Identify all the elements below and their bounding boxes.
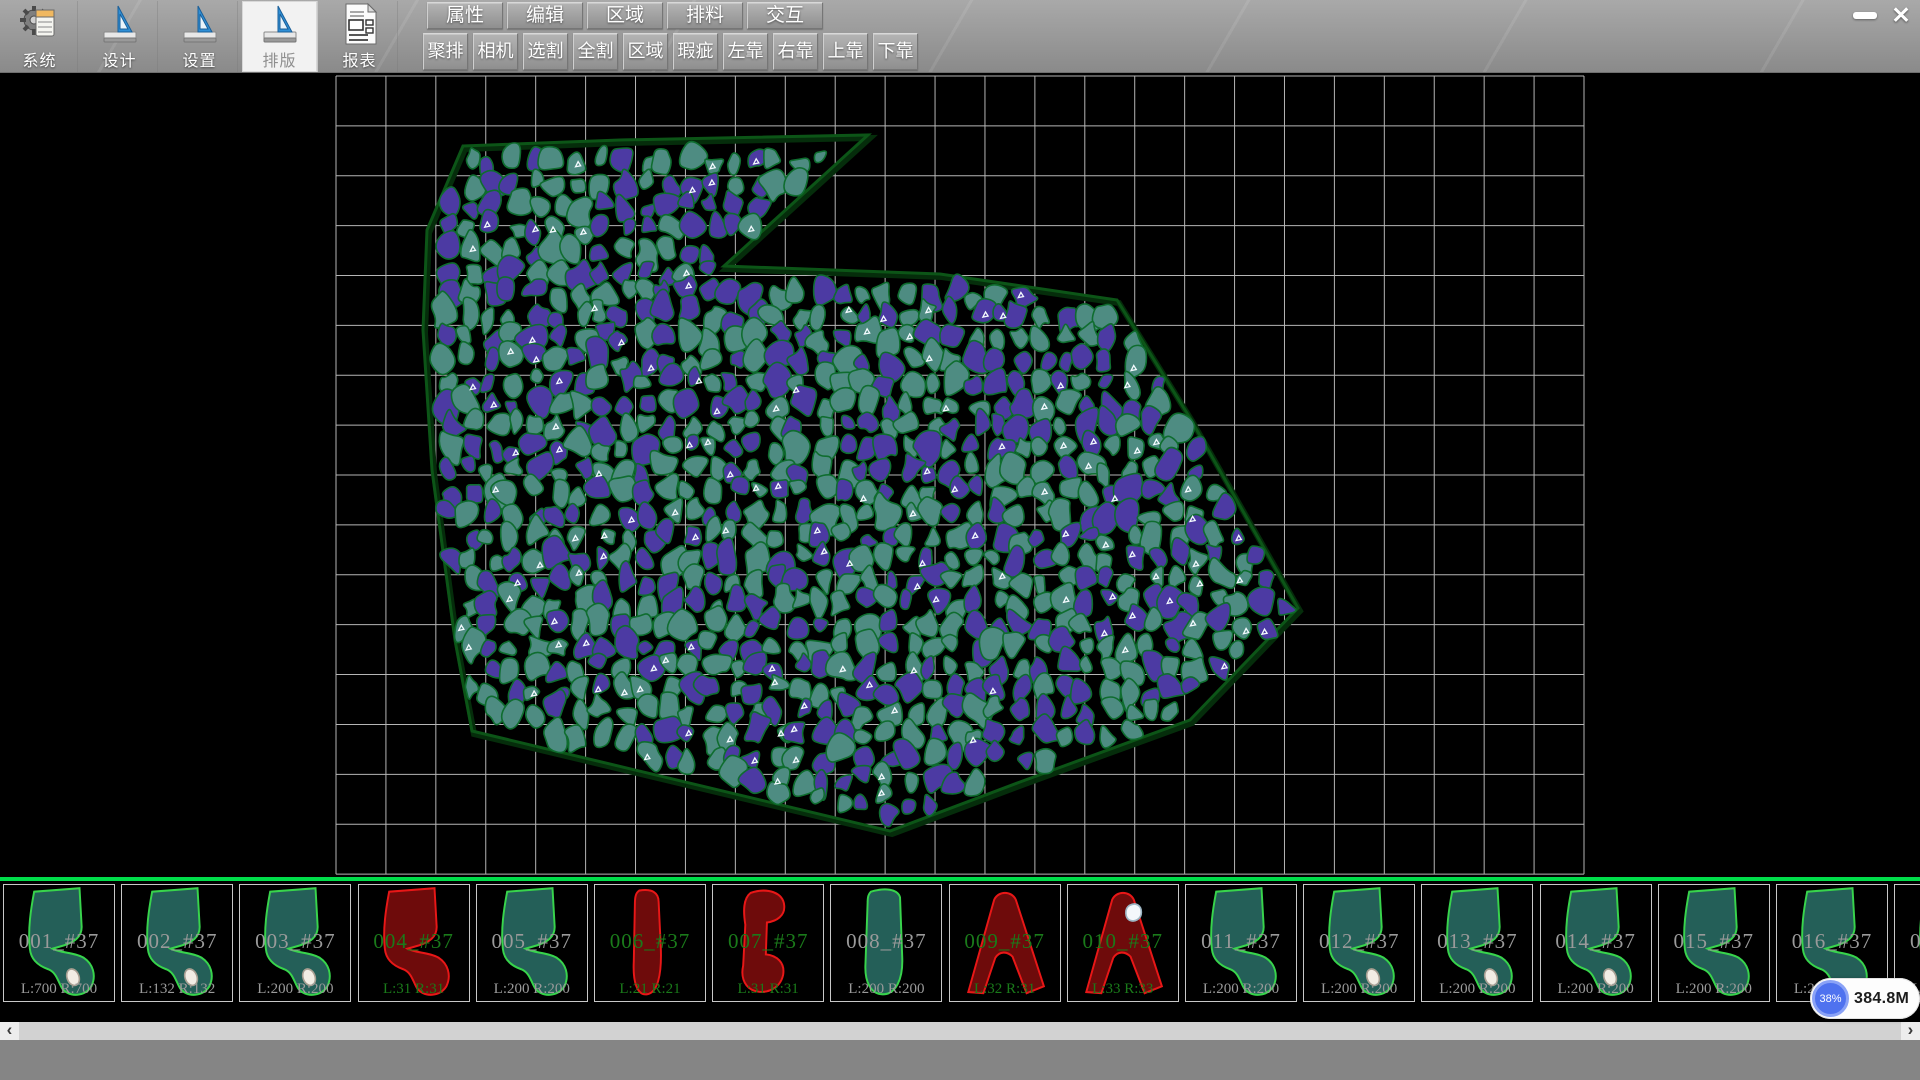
part-label: 009_#37 [950, 929, 1060, 954]
part-counts: L:200 R:200 [1186, 981, 1296, 998]
part-label: 016_#37 [1777, 929, 1887, 954]
mode-button-3[interactable]: 设置 [162, 1, 238, 72]
action-button-4[interactable]: 全割 [573, 33, 618, 70]
nesting-canvas[interactable] [0, 73, 1920, 878]
mode-button-label: 报表 [342, 47, 376, 71]
menu-button-4[interactable]: 排料 [667, 2, 743, 29]
mode-button-5[interactable]: 报表 [322, 1, 398, 72]
part-counts: L:31 R:31 [359, 981, 469, 998]
action-button-7[interactable]: 左靠 [723, 33, 768, 70]
ruler-icon [98, 2, 142, 46]
part-tile-6[interactable]: 006_#37 L:21 R:21 [594, 884, 706, 1002]
part-tile-4[interactable]: 004_#37 L:31 R:31 [358, 884, 470, 1002]
scroll-left-arrow[interactable]: ‹ [0, 1022, 19, 1040]
close-button[interactable]: ✕ [1884, 2, 1918, 28]
minimize-icon [1853, 12, 1877, 19]
mode-button-1[interactable]: 系统 [2, 1, 78, 72]
action-button-2[interactable]: 相机 [473, 33, 518, 70]
part-tile-7[interactable]: 007_#37 L:31 R:31 [712, 884, 824, 1002]
part-label: 015_#37 [1659, 929, 1769, 954]
part-counts: L:200 R:200 [831, 981, 941, 998]
part-counts: L:200 R:200 [240, 981, 350, 998]
part-label: 005_#37 [477, 929, 587, 954]
part-label: 008_#37 [831, 929, 941, 954]
part-label: 002_#37 [122, 929, 232, 954]
part-counts: L:132 R:132 [122, 981, 232, 998]
part-label: 017_#37 [1895, 929, 1920, 954]
status-bar [0, 1040, 1920, 1080]
part-counts: L:200 R:200 [1304, 981, 1414, 998]
part-tile-11[interactable]: 011_#37 L:200 R:200 [1185, 884, 1297, 1002]
part-label: 006_#37 [595, 929, 705, 954]
part-label: 010_#37 [1068, 929, 1178, 954]
part-tile-15[interactable]: 015_#37 L:200 R:200 [1658, 884, 1770, 1002]
mode-button-label: 设计 [102, 47, 136, 71]
part-counts: L:31 R:31 [713, 981, 823, 998]
action-button-3[interactable]: 选割 [523, 33, 568, 70]
part-counts: L:200 R:200 [1659, 981, 1769, 998]
close-icon: ✕ [1891, 2, 1910, 29]
part-counts: L:33 R:33 [1068, 981, 1178, 998]
strip-separator [0, 877, 1920, 881]
part-tile-10[interactable]: 010_#37 L:33 R:33 [1067, 884, 1179, 1002]
part-tile-14[interactable]: 014_#37 L:200 R:200 [1540, 884, 1652, 1002]
part-tile-8[interactable]: 008_#37 L:200 R:200 [830, 884, 942, 1002]
part-label: 001_#37 [4, 929, 114, 954]
menu-button-2[interactable]: 编辑 [507, 2, 583, 29]
mode-button-label: 设置 [182, 47, 216, 71]
mode-button-4[interactable]: 排版 [242, 1, 318, 72]
part-counts: L:200 R:200 [1541, 981, 1651, 998]
main-toolbar: 系统 设计 设置 排版 [0, 0, 1920, 73]
mode-button-2[interactable]: 设计 [82, 1, 158, 72]
mode-button-label: 系统 [22, 47, 56, 71]
menu-button-1[interactable]: 属性 [427, 2, 503, 29]
part-counts: L:700 R:700 [4, 981, 114, 998]
horizontal-scrollbar[interactable]: ‹ › [0, 1022, 1920, 1040]
part-label: 012_#37 [1304, 929, 1414, 954]
part-tile-3[interactable]: 003_#37 L:200 R:200 [239, 884, 351, 1002]
part-label: 004_#37 [359, 929, 469, 954]
menu-button-5[interactable]: 交互 [747, 2, 823, 29]
parts-strip: 001_#37 L:700 R:700 002_#37 L:132 R:132 … [0, 882, 1920, 1004]
part-tile-2[interactable]: 002_#37 L:132 R:132 [121, 884, 233, 1002]
progress-percent: 38% [1819, 993, 1841, 1005]
part-tile-5[interactable]: 005_#37 L:200 R:200 [476, 884, 588, 1002]
action-button-6[interactable]: 瑕疵 [673, 33, 718, 70]
part-label: 013_#37 [1422, 929, 1532, 954]
gear-icon [18, 2, 62, 46]
part-counts: L:32 R:31 [950, 981, 1060, 998]
part-label: 011_#37 [1186, 929, 1296, 954]
minimize-button[interactable] [1848, 2, 1882, 28]
progress-percent-badge: 38% [1812, 980, 1849, 1017]
report-icon [338, 2, 382, 46]
part-label: 014_#37 [1541, 929, 1651, 954]
part-label: 007_#37 [713, 929, 823, 954]
part-tile-12[interactable]: 012_#37 L:200 R:200 [1303, 884, 1415, 1002]
part-tile-9[interactable]: 009_#37 L:32 R:31 [949, 884, 1061, 1002]
ruler-icon [178, 2, 222, 46]
part-counts: L:21 R:21 [595, 981, 705, 998]
action-button-10[interactable]: 下靠 [873, 33, 918, 70]
part-tile-1[interactable]: 001_#37 L:700 R:700 [3, 884, 115, 1002]
ruler-icon [258, 2, 302, 46]
action-button-8[interactable]: 右靠 [773, 33, 818, 70]
part-tile-13[interactable]: 013_#37 L:200 R:200 [1421, 884, 1533, 1002]
part-counts: L:200 R:200 [1422, 981, 1532, 998]
memory-usage: 384.8M [1854, 978, 1909, 1019]
action-button-9[interactable]: 上靠 [823, 33, 868, 70]
menu-button-3[interactable]: 区域 [587, 2, 663, 29]
scroll-right-arrow[interactable]: › [1901, 1022, 1920, 1040]
mode-button-label: 排版 [262, 47, 296, 71]
part-label: 003_#37 [240, 929, 350, 954]
action-button-1[interactable]: 聚排 [423, 33, 468, 70]
action-button-5[interactable]: 区域 [623, 33, 668, 70]
progress-indicator: 38% 384.8M [1810, 978, 1920, 1019]
part-counts: L:200 R:200 [477, 981, 587, 998]
